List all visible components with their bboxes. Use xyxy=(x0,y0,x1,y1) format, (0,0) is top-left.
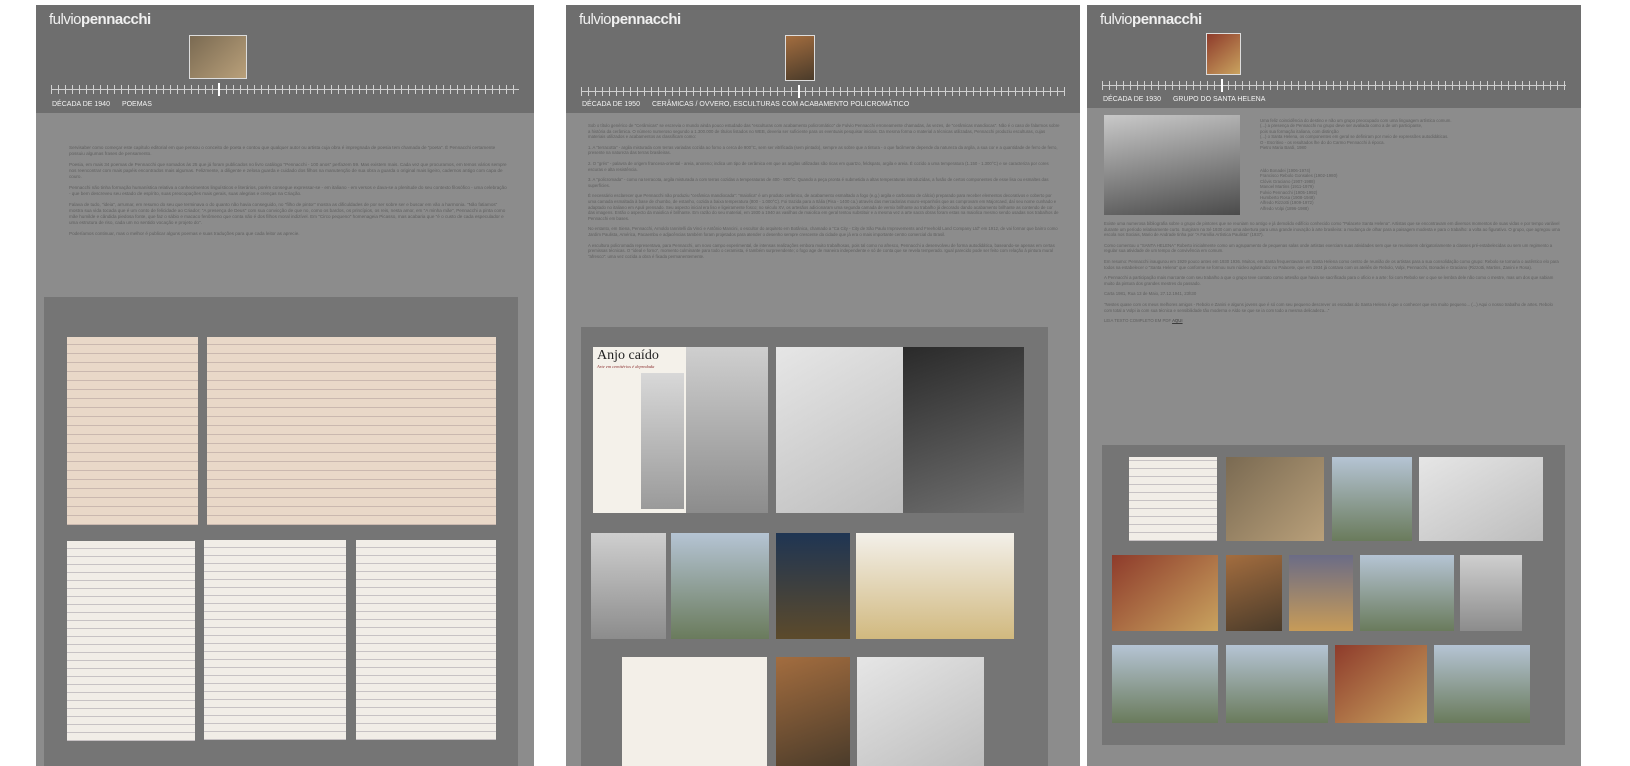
angel-sculpture-photo[interactable] xyxy=(686,347,768,513)
sculpture-photo[interactable] xyxy=(671,533,769,639)
paragraph: 2. O "grés" - palavra de origem francesa… xyxy=(588,160,1049,172)
timeline-marker[interactable] xyxy=(1221,79,1223,92)
artist-portrait-photo[interactable] xyxy=(903,347,1024,513)
paragraph: Pennacchi não tinha formação humanística… xyxy=(69,185,507,196)
sculpture-photo[interactable] xyxy=(857,657,984,766)
paragraph: Em resumo: Pennacchi inaugurou em 1929 p… xyxy=(1104,258,1559,270)
sculpture-photo[interactable] xyxy=(591,533,666,639)
poem-manuscript[interactable] xyxy=(207,337,496,525)
nav-section-link[interactable]: GRUPO DO SANTA HELENA xyxy=(1173,96,1265,103)
painting-thumbnail[interactable] xyxy=(1129,457,1217,541)
breadcrumb: DÉCADA DE 1950 CERÂMICAS / OVVERO, ESCUL… xyxy=(582,101,919,108)
clipping-photo xyxy=(641,373,684,509)
quote-block: Uma feliz coincidência do destino e não … xyxy=(1260,118,1452,151)
paragraph: A escultura policromada representava, pa… xyxy=(588,242,1055,259)
paragraph: Falava de tudo, "ideia", arrumar, em res… xyxy=(69,202,506,225)
sculpture-photo[interactable] xyxy=(856,533,1014,639)
paragraph: Sob o título genérico de "Cerâmicas" se … xyxy=(588,123,1060,140)
painting-thumbnail[interactable] xyxy=(1112,645,1218,723)
poem-manuscript[interactable] xyxy=(67,541,195,741)
paintings-gallery xyxy=(1102,445,1565,745)
paragraph: A Pennacchi a participação mais marcante… xyxy=(1104,275,1554,286)
decade-thumbnail[interactable] xyxy=(1206,33,1241,75)
paragraph: 1. A "terracotta" - argila misturada com… xyxy=(588,144,1058,156)
decade-timeline[interactable] xyxy=(1102,81,1566,90)
breadcrumb: DÉCADA DE 1930 GRUPO DO SANTA HELENA xyxy=(1103,96,1275,103)
paragraph: Poesia, em mais 34 poemas de Pennacchi q… xyxy=(69,162,507,179)
painting-thumbnail[interactable] xyxy=(1226,645,1328,723)
sculpture-photo[interactable] xyxy=(622,657,767,766)
nav-section-link[interactable]: CERÂMICAS / OVVERO, ESCULTURAS COM ACABA… xyxy=(652,101,909,108)
nav-decade-link[interactable]: DÉCADA DE 1950 xyxy=(582,101,640,108)
painting-thumbnail[interactable] xyxy=(1360,555,1454,631)
poem-manuscript[interactable] xyxy=(356,540,496,740)
paragraph: No entanto, em Siena, Pennacchi, Arnoldo… xyxy=(588,226,1058,237)
paragraph: É necessário esclarecer que Pennacchi nã… xyxy=(588,193,1059,221)
panel-header: fulviopennacchi DÉCADA DE 1930 GRUPO DO … xyxy=(1087,5,1581,108)
article-text: Servisaber como começar este capítulo ed… xyxy=(69,145,509,242)
sculpture-photo[interactable] xyxy=(776,657,850,766)
painting-thumbnail[interactable] xyxy=(1332,457,1412,541)
nav-section-link[interactable]: POEMAS xyxy=(122,101,152,108)
nav-decade-link[interactable]: DÉCADA DE 1930 xyxy=(1103,96,1161,103)
breadcrumb: DÉCADA DE 1940 POEMAS xyxy=(52,101,162,108)
article-text: Sob o título genérico de "Cerâmicas" se … xyxy=(588,123,1060,264)
panel-1950: fulviopennacchi DÉCADA DE 1950 CERÂMICAS… xyxy=(566,5,1080,766)
panel-header: fulviopennacchi DÉCADA DE 1940 POEMAS xyxy=(36,5,534,113)
painting-thumbnail[interactable] xyxy=(1434,645,1530,723)
pdf-link[interactable]: AQUI xyxy=(1172,318,1183,323)
member-item: Alfredo Volpi (1896-1988) xyxy=(1260,205,1309,211)
site-logo[interactable]: fulviopennacchi xyxy=(579,11,681,28)
decade-thumbnail[interactable] xyxy=(189,35,247,79)
timeline-marker[interactable] xyxy=(798,85,800,98)
paragraph: Como comentou o "SANTA HELENA" Roberto i… xyxy=(1104,242,1553,254)
panel-1940: fulviopennacchi DÉCADA DE 1940 POEMAS Se… xyxy=(36,5,534,766)
paragraph: Poderíamos continuar, mas o melhor é pub… xyxy=(69,231,300,236)
clipping-title: Anjo caído xyxy=(597,348,659,363)
decade-thumbnail[interactable] xyxy=(785,35,815,81)
paragraph: Carta 1981, Rua 13 de Maio, 27.12.1941, … xyxy=(1104,291,1197,297)
painting-thumbnail[interactable] xyxy=(1289,555,1353,631)
paragraph: 3. A "policromada" - como na terracota, … xyxy=(588,177,1049,188)
paragraph: Servisaber como começar este capítulo ed… xyxy=(69,145,496,156)
nav-decade-link[interactable]: DÉCADA DE 1940 xyxy=(52,101,110,108)
newspaper-clipping[interactable]: Anjo caído Arte em cemitérios é depredad… xyxy=(593,347,686,513)
timeline-marker[interactable] xyxy=(218,83,220,96)
paragraph: Existe uma numerosa bibliografia sobre o… xyxy=(1104,221,1560,238)
bust-sculpture-photo[interactable] xyxy=(776,347,904,513)
paragraph: "Nestes quase com os meus melhores amigo… xyxy=(1104,301,1553,313)
sculpture-photo[interactable] xyxy=(776,533,850,639)
ceramics-gallery: Anjo caído Arte em cemitérios é depredad… xyxy=(581,327,1048,766)
painting-thumbnail[interactable] xyxy=(1419,457,1543,541)
painting-thumbnail[interactable] xyxy=(1335,645,1427,723)
clipping-subtitle: Arte em cemitérios é depredada xyxy=(597,364,655,369)
read-more-line: LEIA TEXTO COMPLETO EM PDF AQUI xyxy=(1104,318,1183,324)
poem-gallery xyxy=(44,297,518,766)
site-logo[interactable]: fulviopennacchi xyxy=(1100,11,1202,28)
painting-thumbnail[interactable] xyxy=(1226,457,1324,541)
poem-manuscript[interactable] xyxy=(67,337,198,525)
panel-header: fulviopennacchi DÉCADA DE 1950 CERÂMICAS… xyxy=(566,5,1080,113)
poem-manuscript[interactable] xyxy=(204,540,346,740)
panel-1930: fulviopennacchi DÉCADA DE 1930 GRUPO DO … xyxy=(1087,5,1581,766)
member-list: Aldo Bonadei (1906-1974) Francisco Rebol… xyxy=(1260,168,1560,211)
decade-timeline[interactable] xyxy=(581,87,1065,96)
decade-timeline[interactable] xyxy=(51,85,519,94)
painting-thumbnail[interactable] xyxy=(1460,555,1522,631)
article-text: Existe uma numerosa bibliografia sobre o… xyxy=(1104,221,1562,329)
site-logo[interactable]: fulviopennacchi xyxy=(49,11,151,28)
painting-thumbnail[interactable] xyxy=(1112,555,1218,631)
group-photo[interactable] xyxy=(1104,115,1240,215)
painting-thumbnail[interactable] xyxy=(1226,555,1282,631)
